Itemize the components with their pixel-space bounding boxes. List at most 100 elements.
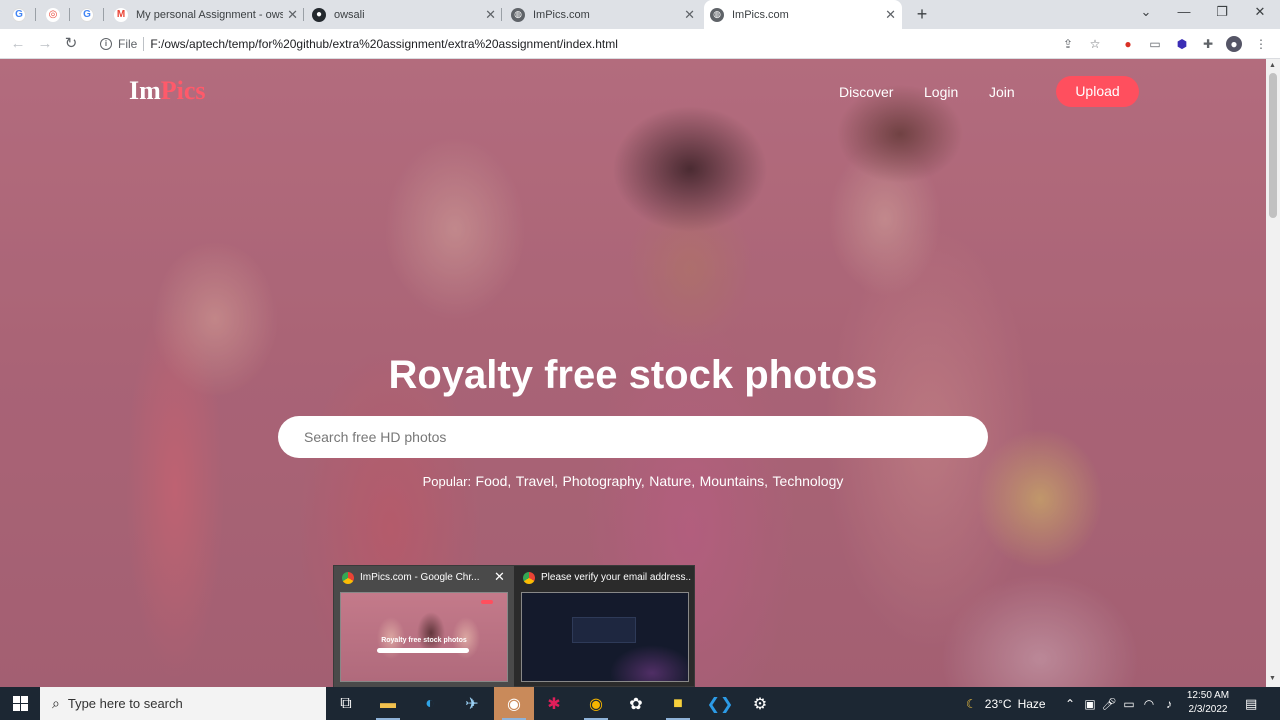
extension-record-icon[interactable]: ● <box>1120 36 1136 52</box>
new-tab-button[interactable]: + <box>912 4 932 25</box>
tab-separator <box>303 8 304 21</box>
tab-separator <box>35 8 36 21</box>
volume-icon[interactable]: ♪ <box>1160 687 1178 720</box>
moon-icon: ☾ <box>966 696 977 711</box>
address-bar[interactable]: i File F:/ows/aptech/temp/for%20github/e… <box>92 32 1112 56</box>
chrome-profile-icon[interactable]: ◉ <box>576 687 616 720</box>
tag-technology[interactable]: Technology <box>773 473 844 489</box>
file-explorer-icon[interactable]: ▬ <box>368 687 408 720</box>
page-scrollbar[interactable]: ▲ ▼ <box>1266 59 1280 687</box>
close-window-button[interactable]: ✕ <box>1250 4 1270 20</box>
slack-icon[interactable]: ✱ <box>534 687 574 720</box>
back-arrow-icon[interactable]: ← <box>8 34 28 54</box>
tab-impics-active[interactable]: ◍ ImPics.com ✕ <box>704 0 902 29</box>
browser-tab-strip: G ◎ G M My personal Assignment - owsali … <box>0 0 1280 29</box>
popular-tags: Popular: Food, Travel, Photography, Natu… <box>0 473 1266 491</box>
scrollbar-thumb[interactable] <box>1269 73 1277 218</box>
scroll-up-arrow-icon[interactable]: ▲ <box>1269 62 1276 69</box>
taskbar-search-placeholder: Type here to search <box>67 696 183 711</box>
preview-search-box <box>377 648 469 653</box>
taskbar-thumbnail-popup: ImPics.com - Google Chr... ✕ Royalty fre… <box>333 565 695 688</box>
tag-nature[interactable]: Nature, <box>649 473 695 489</box>
thumbnail-title: ImPics.com - Google Chr... <box>360 572 480 583</box>
search-input[interactable] <box>278 416 988 458</box>
minimize-button[interactable]: — <box>1174 4 1194 19</box>
battery-icon[interactable]: ▭ <box>1120 687 1138 720</box>
clock-date: 2/3/2022 <box>1188 704 1228 715</box>
clock-time: 12:50 AM <box>1186 690 1230 701</box>
site-logo[interactable]: ImPics <box>129 76 206 106</box>
tab-close-icon[interactable]: ✕ <box>485 7 496 23</box>
taskbar-search-box[interactable]: ⌕ Type here to search <box>40 687 326 720</box>
tag-mountains[interactable]: Mountains, <box>700 473 768 489</box>
meet-now-icon[interactable]: ▣ <box>1081 687 1099 720</box>
logo-text-accent: Pics <box>160 76 206 105</box>
search-icon: ⌕ <box>52 695 60 711</box>
tag-travel[interactable]: Travel, <box>516 473 558 489</box>
wifi-icon[interactable]: ◠ <box>1140 687 1158 720</box>
tag-food[interactable]: Food, <box>476 473 512 489</box>
logo-text: Im <box>129 76 161 105</box>
app-wheel-icon[interactable]: ✿ <box>616 687 656 720</box>
restore-button[interactable]: ❐ <box>1212 4 1232 20</box>
upload-button[interactable]: Upload <box>1056 76 1139 107</box>
browser-toolbar: ← → ↻ i File F:/ows/aptech/temp/for%20gi… <box>0 29 1280 59</box>
info-icon[interactable]: i <box>100 38 112 50</box>
extensions-puzzle-icon[interactable]: ✚ <box>1200 36 1216 52</box>
tab-title: owsali <box>334 8 365 21</box>
nav-discover-link[interactable]: Discover <box>839 84 893 100</box>
tab-search-chevron-icon[interactable]: ⌄ <box>1136 4 1156 20</box>
search-box <box>278 416 988 458</box>
hero-title: Royalty free stock photos <box>388 353 878 397</box>
popular-label: Popular: <box>422 474 472 489</box>
microphone-icon[interactable]: 🎤︎ <box>1100 687 1118 720</box>
notification-center-icon[interactable]: ▤ <box>1245 696 1257 712</box>
tab-close-icon[interactable]: ✕ <box>885 7 896 23</box>
vscode-icon[interactable]: ❮❯ <box>700 687 740 720</box>
preview-card <box>572 617 636 643</box>
nav-login-link[interactable]: Login <box>924 84 958 100</box>
thumbnail-impics[interactable]: ImPics.com - Google Chr... ✕ Royalty fre… <box>334 566 514 688</box>
weather-widget[interactable]: ☾ 23°C Haze <box>966 687 1046 720</box>
windows-logo-icon <box>12 696 28 711</box>
share-icon[interactable]: ⇪ <box>1060 36 1076 52</box>
google-favicon-icon: G <box>12 7 26 22</box>
start-button[interactable] <box>0 687 40 720</box>
tab-github[interactable]: ● owsali ✕ <box>306 0 502 29</box>
thumbnail-title: Please verify your email address... <box>541 572 691 583</box>
reload-icon[interactable]: ↻ <box>61 34 81 54</box>
tab-gmail[interactable]: M My personal Assignment - owsali ✕ <box>108 0 304 29</box>
extension-cast-icon[interactable]: ▭ <box>1147 36 1163 52</box>
url-text[interactable]: F:/ows/aptech/temp/for%20github/extra%20… <box>150 37 618 51</box>
tab-google-3[interactable]: G <box>74 0 104 29</box>
thumbnail-preview: Royalty free stock photos <box>340 592 508 682</box>
chrome-taskbar-icon[interactable]: ◉ <box>494 687 534 720</box>
task-view-icon[interactable]: ⧉ <box>326 687 366 720</box>
profile-avatar-icon[interactable]: ● <box>1226 36 1242 52</box>
thumbnail-close-icon[interactable]: ✕ <box>494 569 505 585</box>
scroll-down-arrow-icon[interactable]: ▼ <box>1269 675 1276 682</box>
settings-gear-icon[interactable]: ⚙ <box>740 687 780 720</box>
tab-close-icon[interactable]: ✕ <box>684 7 695 23</box>
tab-impics-1[interactable]: ◍ ImPics.com ✕ <box>505 0 701 29</box>
thumbnail-verify-email[interactable]: Please verify your email address... <box>515 566 695 688</box>
taskbar-clock[interactable]: 12:50 AM 2/3/2022 <box>1180 689 1236 717</box>
gmail-icon: M <box>114 7 128 22</box>
bookmark-star-icon[interactable]: ☆ <box>1087 36 1103 52</box>
tab-separator <box>69 8 70 21</box>
forward-arrow-icon[interactable]: → <box>35 34 55 54</box>
tab-close-icon[interactable]: ✕ <box>287 7 298 23</box>
extension-hex-icon[interactable]: ⬢ <box>1174 36 1190 52</box>
tag-photography[interactable]: Photography, <box>563 473 645 489</box>
windows-taskbar: ⌕ Type here to search ⧉ ▬ ◐ ✈ ◉ ✱ ◉ ✿ ■ … <box>0 687 1280 720</box>
edge-icon[interactable]: ◐ <box>410 687 450 720</box>
nav-join-link[interactable]: Join <box>989 84 1015 100</box>
sticky-notes-icon[interactable]: ■ <box>658 687 698 720</box>
menu-kebab-icon[interactable]: ⋮ <box>1253 36 1269 52</box>
show-hidden-icons-chevron-icon[interactable]: ⌃ <box>1061 687 1079 720</box>
weather-temp: 23°C <box>984 696 1012 711</box>
tab-pinned-2[interactable]: ◎ <box>40 0 70 29</box>
app-icon[interactable]: ✈ <box>452 687 492 720</box>
thumbnail-preview <box>521 592 689 682</box>
tab-google-1[interactable]: G <box>6 0 36 29</box>
